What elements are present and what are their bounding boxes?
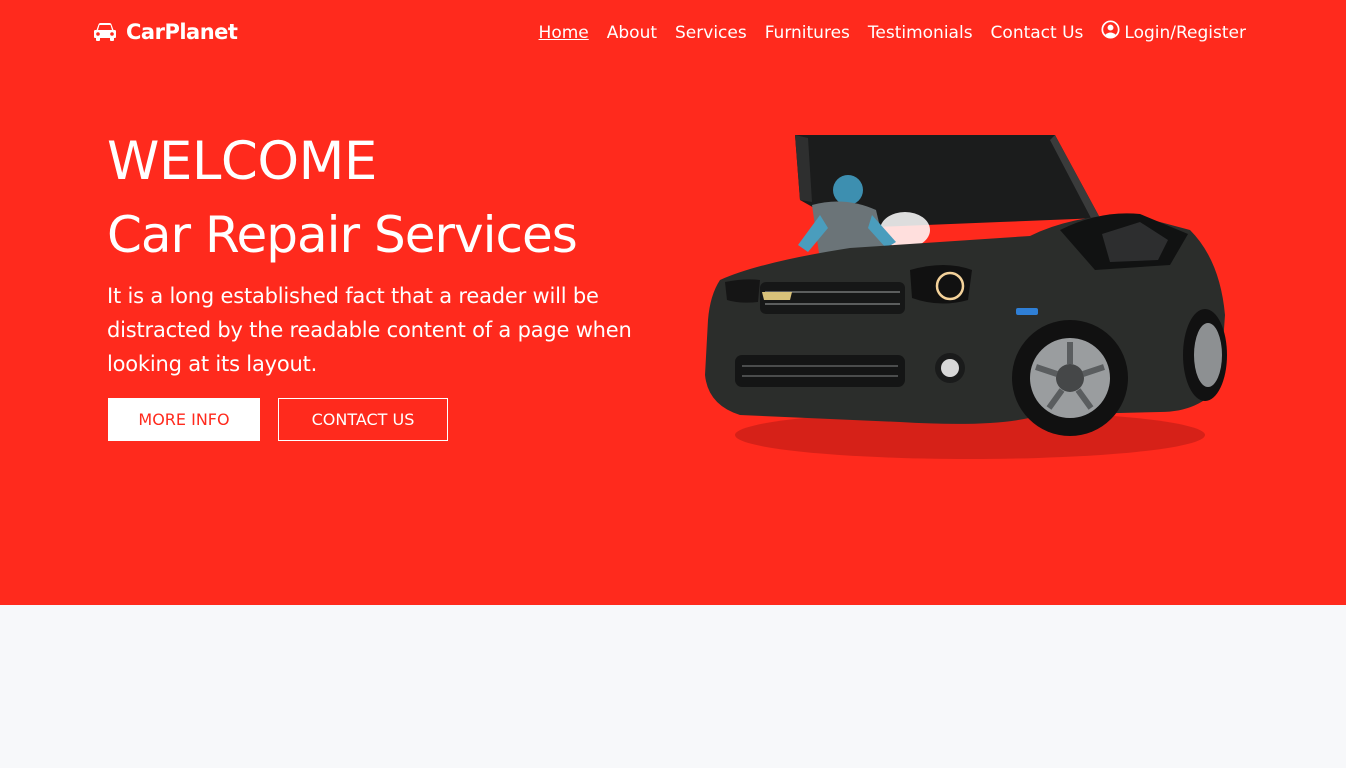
contact-us-button[interactable]: CONTACT US bbox=[278, 398, 448, 441]
hero-section: CarPlanet Home About Services Furnitures… bbox=[0, 0, 1346, 605]
nav-login-register[interactable]: Login/Register bbox=[1101, 20, 1246, 46]
main-nav: Home About Services Furnitures Testimoni… bbox=[539, 20, 1246, 46]
hero-subheading: Car Repair Services bbox=[107, 206, 578, 264]
nav-contact-us[interactable]: Contact Us bbox=[991, 21, 1084, 45]
login-register-label: Login/Register bbox=[1124, 23, 1246, 43]
nav-furnitures[interactable]: Furnitures bbox=[765, 21, 850, 45]
nav-services[interactable]: Services bbox=[675, 21, 747, 45]
hero-heading: WELCOME bbox=[107, 131, 377, 192]
nav-about[interactable]: About bbox=[607, 21, 657, 45]
brand-name: CarPlanet bbox=[126, 20, 238, 44]
user-circle-icon bbox=[1101, 20, 1120, 46]
content-section bbox=[0, 605, 1346, 768]
more-info-button[interactable]: MORE INFO bbox=[108, 398, 260, 441]
nav-testimonials[interactable]: Testimonials bbox=[868, 21, 973, 45]
car-icon bbox=[93, 22, 117, 42]
hero-description: It is a long established fact that a rea… bbox=[107, 284, 632, 376]
nav-home[interactable]: Home bbox=[539, 21, 589, 45]
brand-logo[interactable]: CarPlanet bbox=[93, 18, 238, 46]
mechanic-car-image bbox=[700, 130, 1235, 465]
